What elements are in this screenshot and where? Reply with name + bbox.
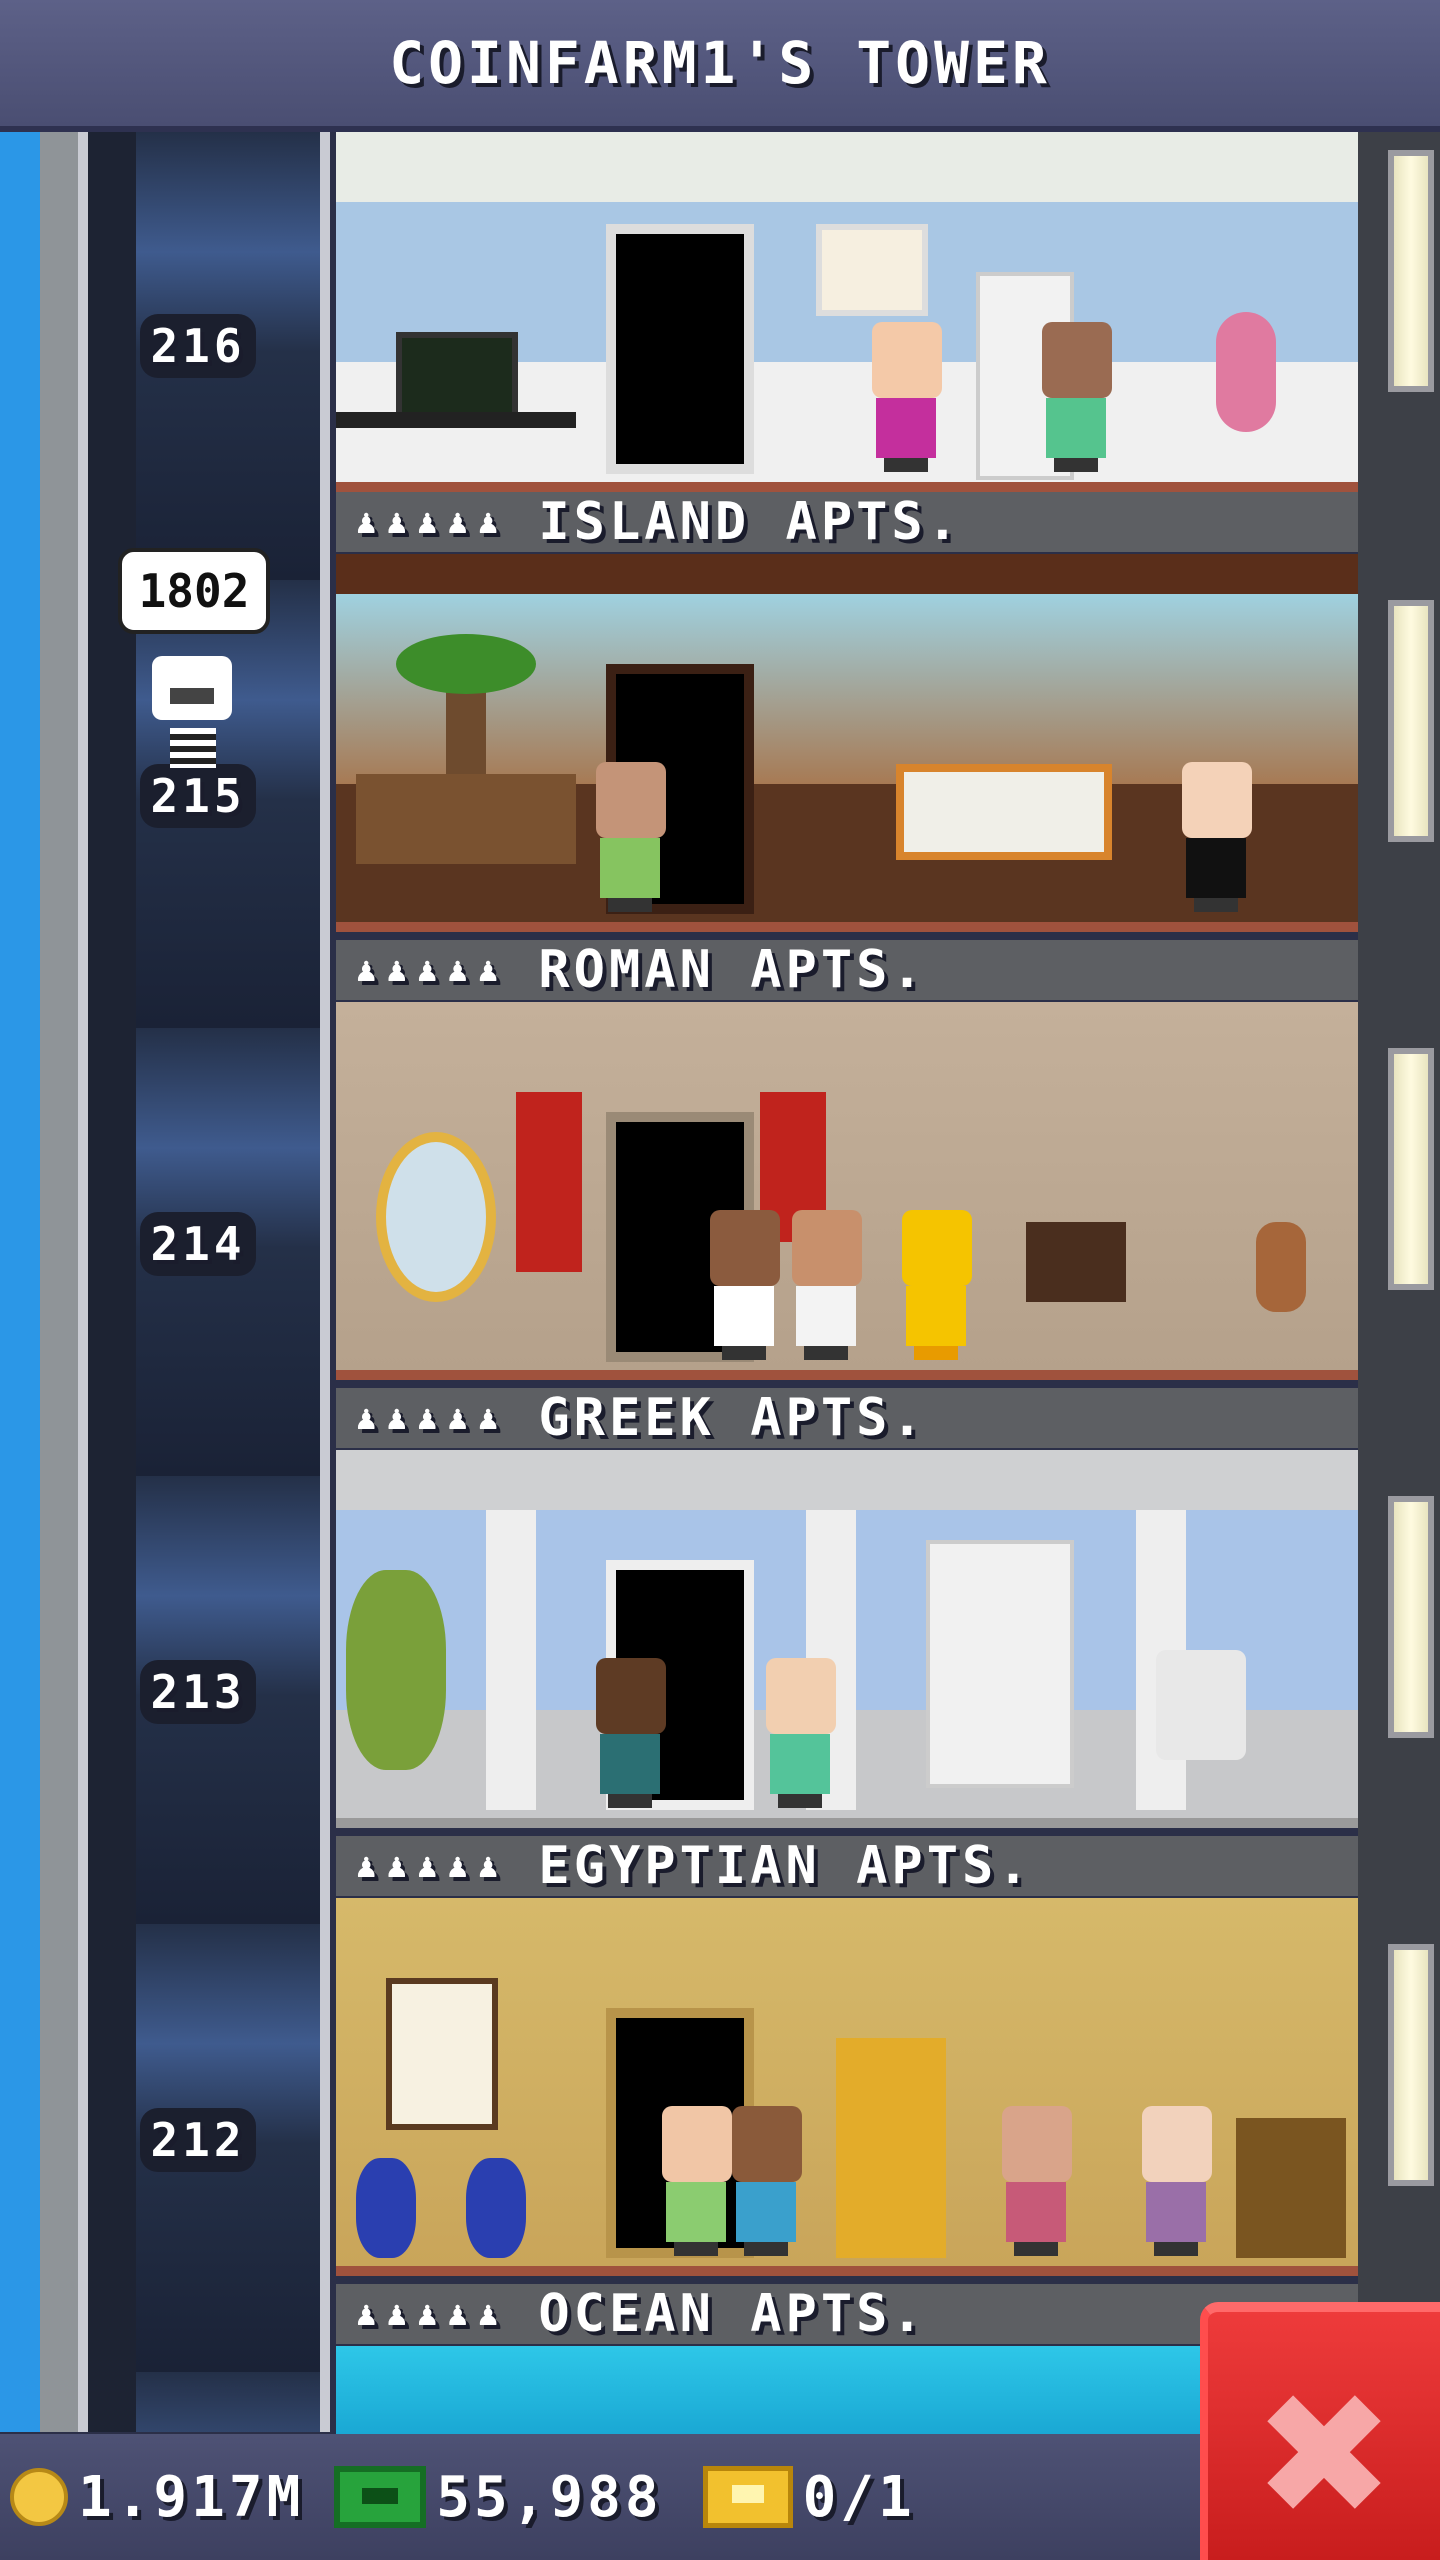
vase-icon (356, 2158, 416, 2258)
tower-bux-icon (334, 2466, 427, 2528)
floor-number-216: 216 (140, 314, 256, 378)
tower-title-bar: COINFARM1'S TOWER (0, 0, 1440, 132)
floor-number-214: 214 (140, 1212, 256, 1276)
floor-banner-roman[interactable]: ♟♟♟♟♟ ROMAN APTS. (336, 940, 1358, 1000)
window-light-icon (1388, 1496, 1434, 1738)
column-icon (486, 1510, 536, 1810)
bitizen-avatar[interactable] (656, 2106, 736, 2256)
shaft-rail-left (78, 132, 88, 2432)
elevator-platform (170, 728, 216, 768)
framed-picture-icon (816, 224, 928, 316)
vase-icon (1256, 1222, 1306, 1312)
close-button[interactable]: ✖ (1200, 2302, 1440, 2560)
floor-banner-greek[interactable]: ♟♟♟♟♟ GREEK APTS. (336, 1388, 1358, 1448)
tower-title: COINFARM1'S TOWER (389, 29, 1051, 97)
chef-avatar[interactable] (704, 1210, 784, 1360)
floor-212-room-egyptian[interactable] (336, 1898, 1358, 2276)
window-light-icon (1388, 600, 1434, 842)
vip-ticket-icon (702, 2466, 793, 2528)
painting-icon (386, 1978, 498, 2130)
chair-icon (1026, 1222, 1126, 1302)
bitizen-avatar[interactable] (1176, 762, 1256, 912)
bookshelf-icon (926, 1540, 1074, 1788)
bed-icon (896, 764, 1112, 860)
elevator-floor-bubble: 1802 (118, 548, 270, 634)
desk-icon (336, 412, 576, 428)
floor-banner-island[interactable]: ♟♟♟♟♟ ISLAND APTS. (336, 492, 1358, 552)
coin-icon (10, 2468, 68, 2526)
plant-icon (1216, 312, 1276, 432)
floor-216-room[interactable] (336, 132, 1358, 492)
couch-icon (356, 774, 576, 864)
resident-icons: ♟♟♟♟♟ (356, 502, 509, 542)
bitizen-avatar[interactable] (590, 762, 670, 912)
resident-icons: ♟♟♟♟♟ (356, 1846, 509, 1886)
mirror-icon (376, 1132, 496, 1302)
room-door (606, 224, 754, 474)
tickets-value: 0/1 (802, 2464, 916, 2530)
bitizen-avatar[interactable] (760, 1658, 840, 1808)
robot-icon (1156, 1650, 1246, 1760)
tower-left-wall (40, 132, 78, 2432)
bitizen-avatar[interactable] (996, 2106, 1076, 2256)
plant-icon (346, 1570, 446, 1770)
tower-left-edge (0, 132, 40, 2432)
coins-value: 1.917M (78, 2464, 305, 2530)
floor-banner-egyptian[interactable]: ♟♟♟♟♟ EGYPTIAN APTS. (336, 1836, 1358, 1896)
floor-name: GREEK APTS. (538, 1388, 927, 1448)
bitizen-avatar[interactable] (1036, 322, 1116, 472)
shaft-rail-right (320, 132, 330, 2432)
horse-mask-avatar[interactable] (726, 2106, 806, 2256)
golden-throne-icon (836, 2038, 946, 2258)
resident-icons: ♟♟♟♟♟ (356, 2294, 509, 2334)
window-light-icon (1388, 1944, 1434, 2186)
floor-name: EGYPTIAN APTS. (538, 1836, 1033, 1896)
bitizen-avatar[interactable] (1136, 2106, 1216, 2256)
floor-number-213: 213 (140, 1660, 256, 1724)
bux-value: 55,988 (436, 2464, 663, 2530)
cabinet-icon (1236, 2118, 1346, 2258)
floor-213-room-greek[interactable] (336, 1450, 1358, 1828)
bitizen-avatar[interactable] (590, 1658, 670, 1808)
vase-icon (466, 2158, 526, 2258)
elevator-shaft[interactable] (78, 132, 330, 2432)
elevator-operator-icon (152, 656, 232, 720)
floor-214-room-roman[interactable] (336, 1002, 1358, 1380)
floor-215-room-island[interactable] (336, 554, 1358, 932)
window-light-icon (1388, 150, 1434, 392)
doctor-avatar[interactable] (786, 1210, 866, 1360)
floor-name: ROMAN APTS. (538, 940, 927, 1000)
bitizen-avatar[interactable] (866, 322, 946, 472)
close-icon: ✖ (1252, 2357, 1396, 2555)
floor-name: OCEAN APTS. (538, 2284, 927, 2344)
floor-number-212: 212 (140, 2108, 256, 2172)
window-light-icon (1388, 1048, 1434, 1290)
resident-icons: ♟♟♟♟♟ (356, 1398, 509, 1438)
chicken-suit-avatar[interactable] (896, 1210, 976, 1360)
elevator-track (136, 132, 328, 2432)
computer-icon (396, 332, 518, 424)
resident-icons: ♟♟♟♟♟ (356, 950, 509, 990)
banner-icon (516, 1092, 582, 1272)
palm-leaves-icon (396, 634, 536, 694)
elevator-car[interactable]: 1802 (118, 548, 270, 778)
floor-name: ISLAND APTS. (538, 492, 963, 552)
